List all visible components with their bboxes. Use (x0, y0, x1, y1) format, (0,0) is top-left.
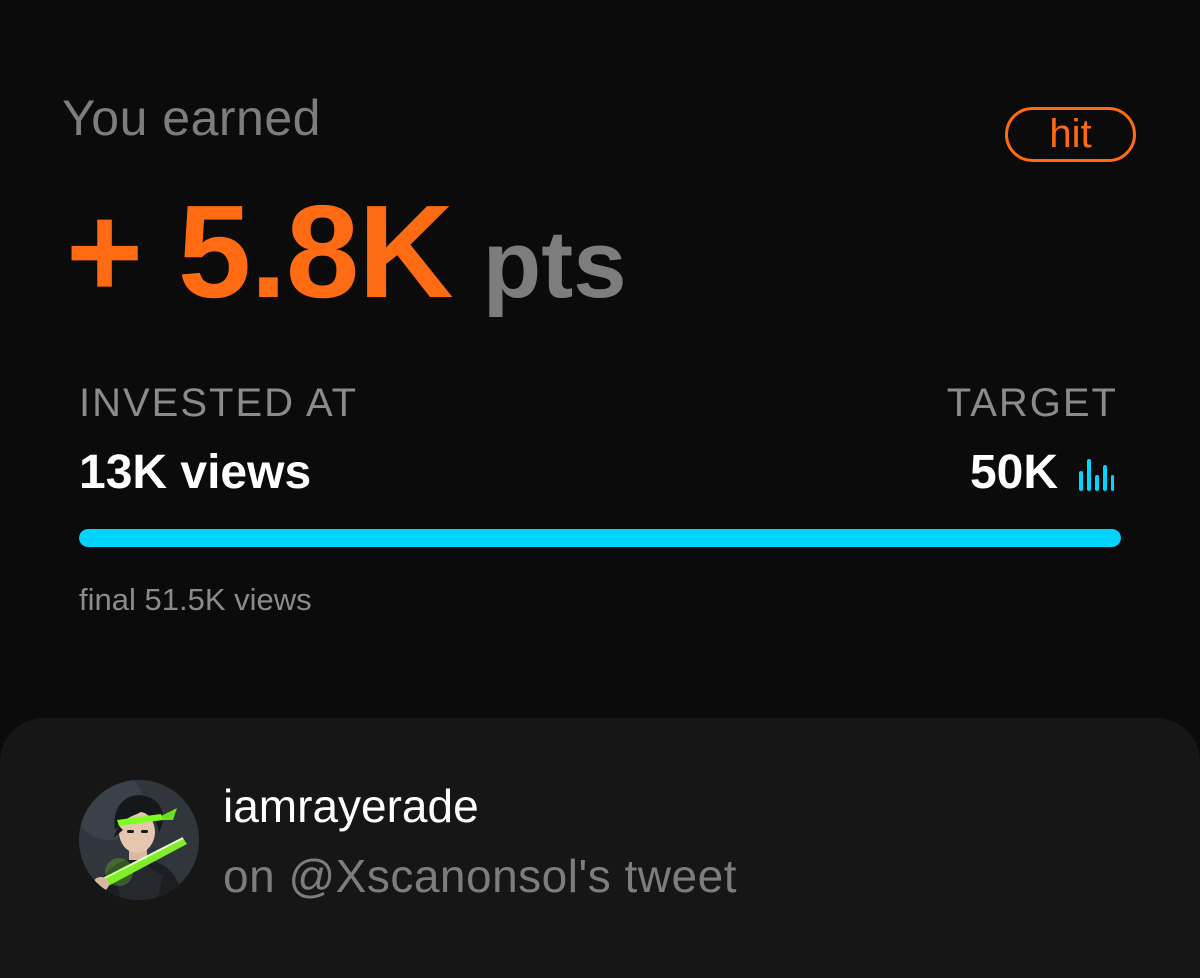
earned-amount: + 5.8K (66, 178, 454, 325)
final-views: final 51.5K views (79, 582, 312, 617)
earned-label: You earned (62, 90, 321, 146)
tweet-context[interactable]: on @Xscanonsol's tweet (223, 848, 737, 904)
target-value-group: 50K (970, 444, 1114, 502)
result-screen: You earned hit + 5.8K pts INVESTED AT TA… (0, 0, 1200, 978)
avatar[interactable] (79, 780, 199, 900)
invested-value: 13K views (79, 446, 312, 499)
earned-points: + 5.8K pts (66, 182, 627, 322)
earned-unit: pts (482, 211, 627, 318)
target-value: 50K (969, 446, 1058, 499)
target-label: TARGET (946, 381, 1118, 425)
username[interactable]: iamrayerade (223, 779, 479, 833)
invested-label: INVESTED AT (79, 381, 359, 425)
status-badge: hit (1005, 107, 1136, 162)
avatar-illustration (79, 780, 199, 900)
progress-bar (79, 529, 1121, 547)
bar-chart-icon (1079, 459, 1114, 491)
progress-fill (79, 529, 1121, 547)
